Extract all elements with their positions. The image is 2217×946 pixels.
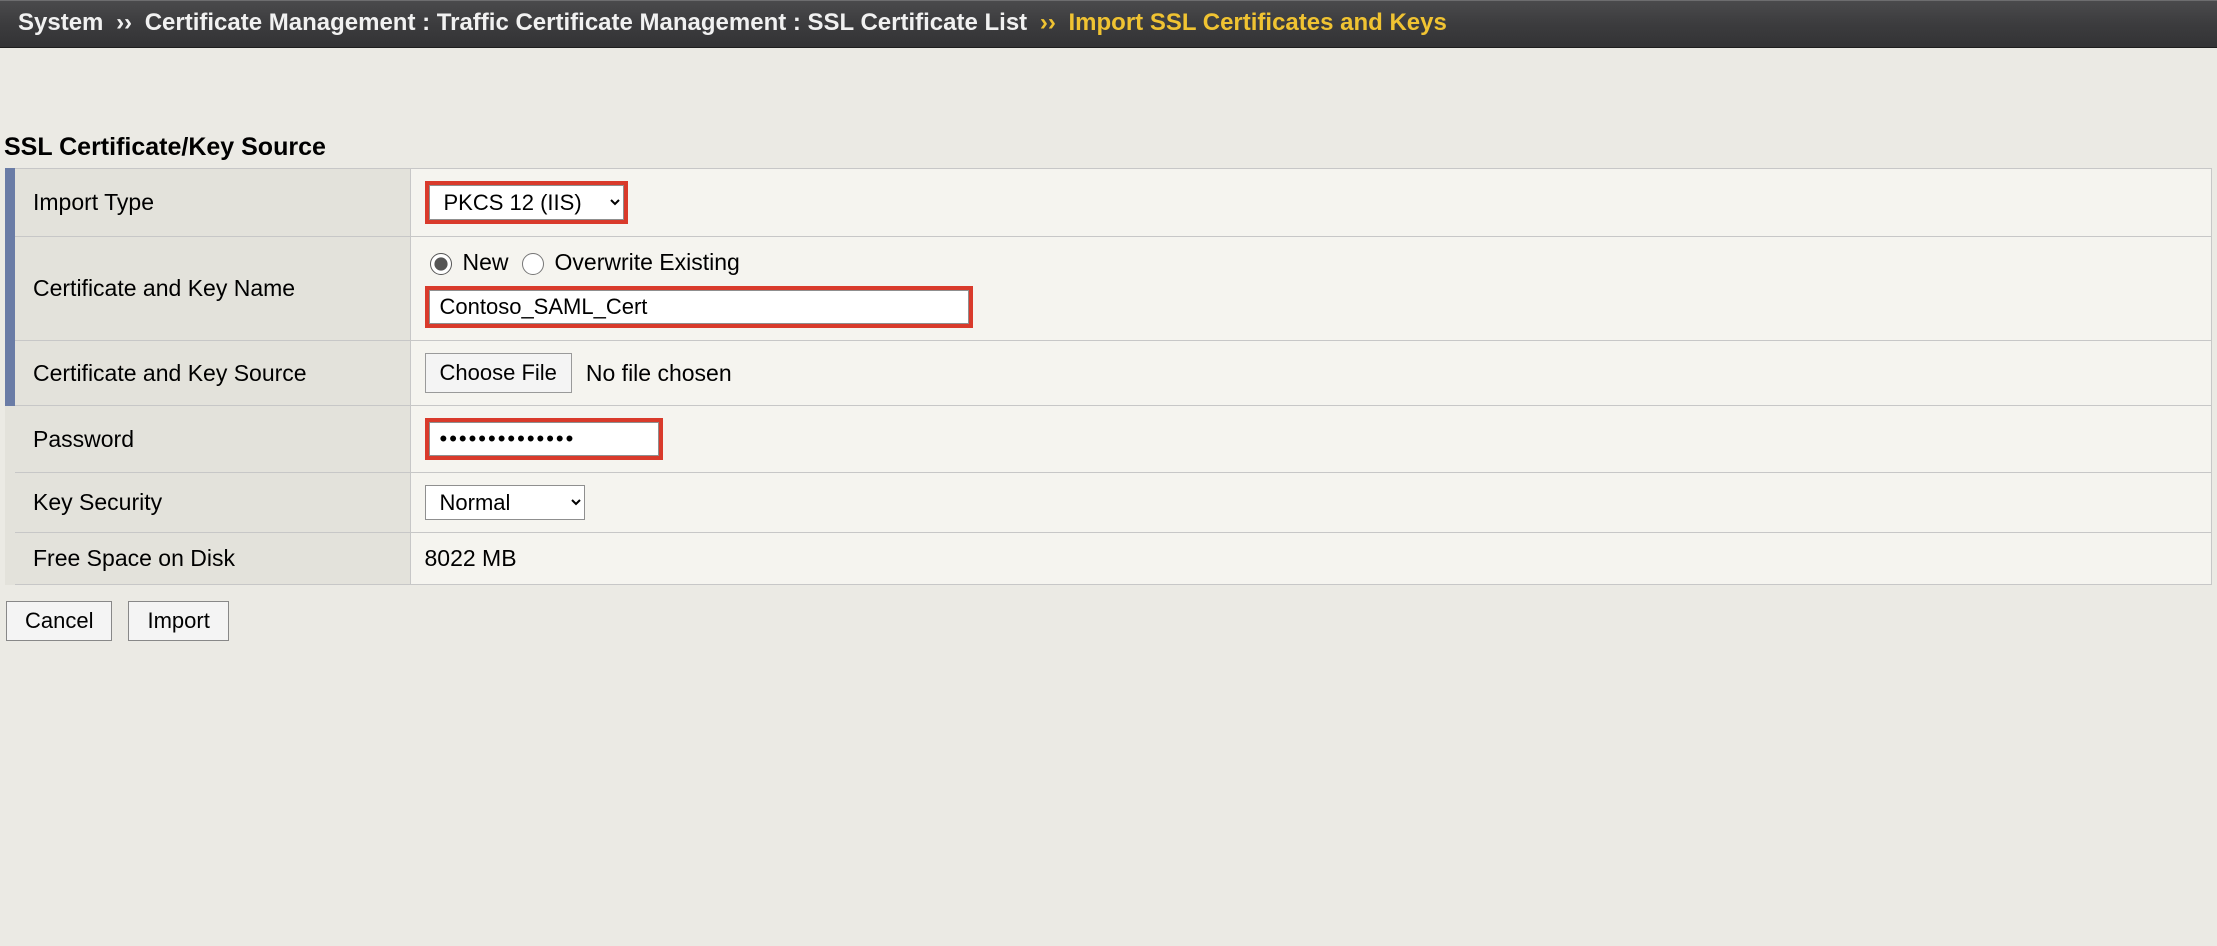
form-table: Import Type PKCS 12 (IIS) Certificate an… [5, 168, 2212, 585]
section-title: SSL Certificate/Key Source [0, 133, 2217, 168]
import-type-select[interactable]: PKCS 12 (IIS) [429, 185, 624, 220]
label-cert-name: Certificate and Key Name [10, 237, 410, 341]
cancel-button[interactable]: Cancel [6, 601, 112, 641]
radio-overwrite[interactable] [522, 253, 544, 275]
no-file-chosen: No file chosen [586, 360, 732, 387]
breadcrumb-sep-icon: ›› [110, 9, 138, 36]
highlight-import-type: PKCS 12 (IIS) [425, 181, 628, 224]
breadcrumb-path[interactable]: Certificate Management : Traffic Certifi… [145, 9, 1027, 36]
free-space-value: 8022 MB [410, 533, 2212, 585]
key-security-select[interactable]: Normal [425, 485, 585, 520]
breadcrumb-sep-icon: ›› [1034, 9, 1062, 36]
label-cert-source: Certificate and Key Source [10, 341, 410, 406]
radio-new[interactable] [430, 253, 452, 275]
cert-name-input[interactable] [429, 290, 969, 324]
label-free-space: Free Space on Disk [10, 533, 410, 585]
import-button[interactable]: Import [128, 601, 228, 641]
footer-buttons: Cancel Import [0, 585, 2217, 657]
highlight-cert-name [425, 286, 973, 328]
label-password: Password [10, 406, 410, 473]
highlight-password [425, 418, 663, 460]
password-input[interactable] [429, 422, 659, 456]
breadcrumb: System ›› Certificate Management : Traff… [0, 0, 2217, 48]
choose-file-button[interactable]: Choose File [425, 353, 572, 393]
radio-new-label: New [463, 249, 509, 276]
radio-overwrite-label: Overwrite Existing [555, 249, 740, 276]
label-key-security: Key Security [10, 473, 410, 533]
breadcrumb-root[interactable]: System [18, 9, 103, 36]
breadcrumb-leaf: Import SSL Certificates and Keys [1069, 9, 1447, 36]
label-import-type: Import Type [10, 169, 410, 237]
